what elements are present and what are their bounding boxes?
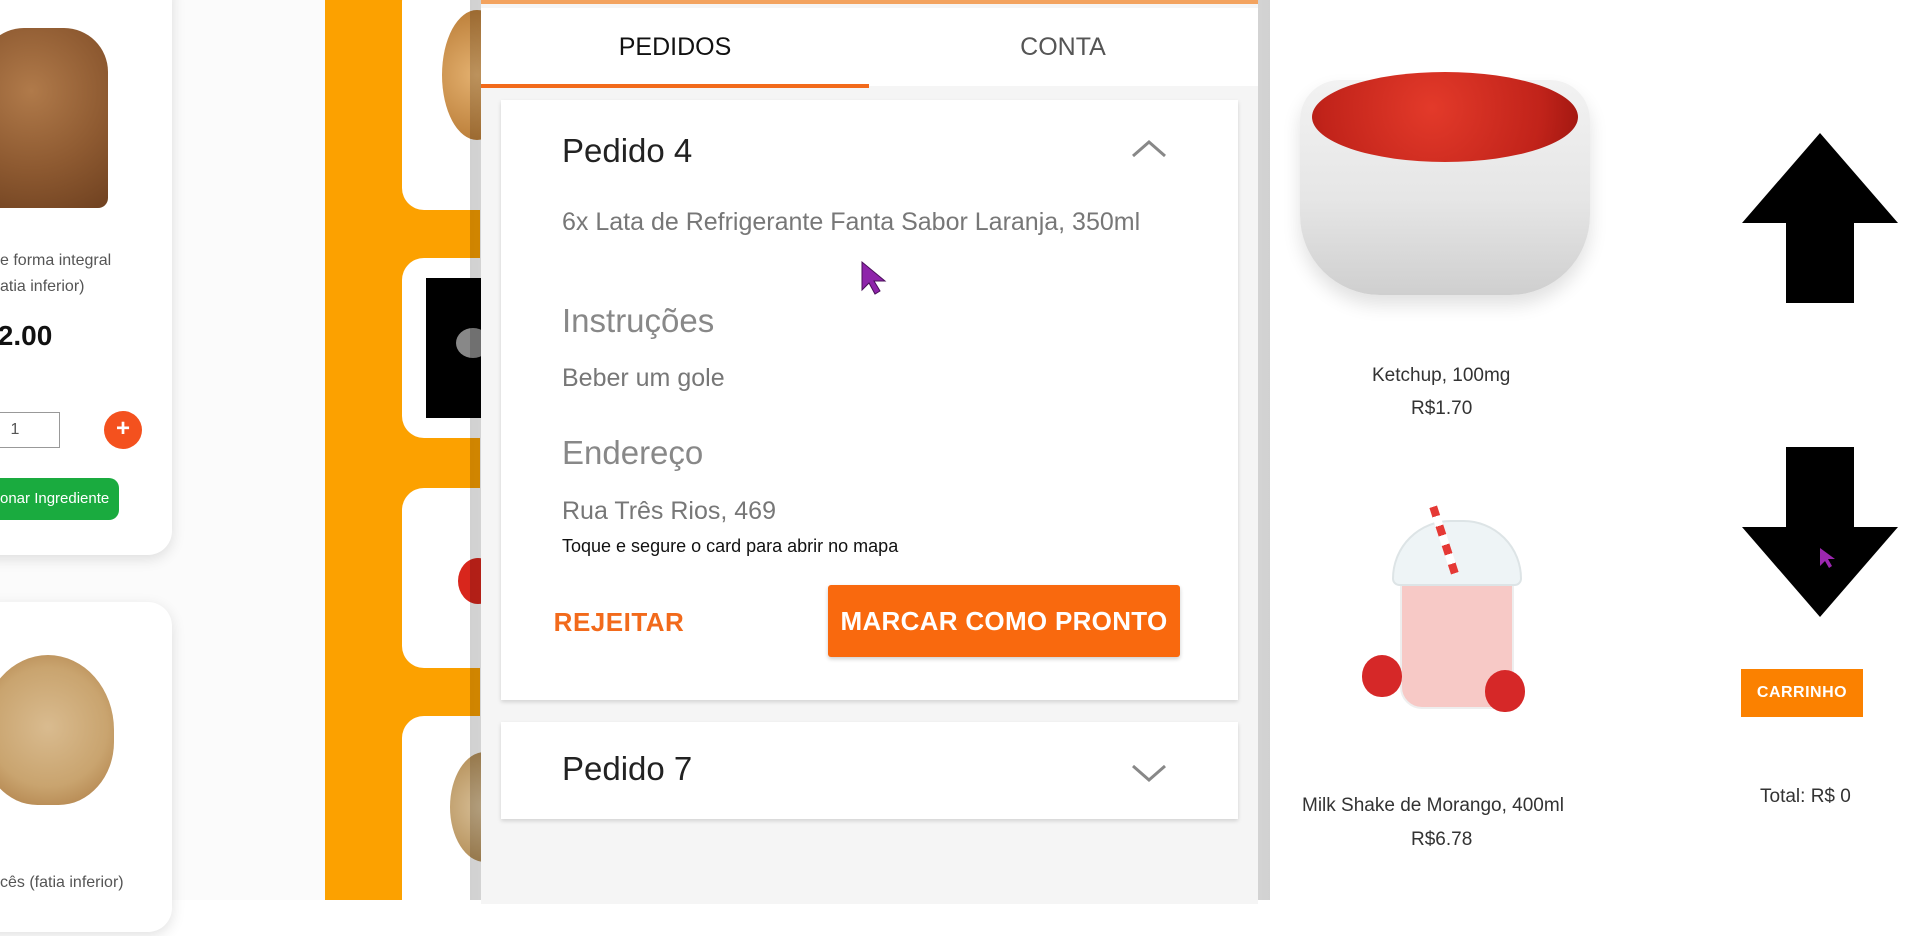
- chevron-up-icon[interactable]: [1129, 136, 1169, 160]
- address-heading: Endereço: [562, 434, 704, 471]
- bread-image: [0, 655, 114, 805]
- active-tab-indicator: [481, 84, 869, 88]
- product-name: Milk Shake de Morango, 400ml: [1302, 795, 1564, 816]
- order-instructions: Beber um gole: [562, 364, 725, 392]
- increase-quantity-button[interactable]: +: [104, 411, 142, 449]
- cart-button[interactable]: CARRINHO: [1741, 669, 1863, 717]
- ingredients-panel: e forma integral atia inferior) R$2.00 1…: [0, 0, 325, 932]
- strawberry: [1485, 670, 1525, 712]
- instructions-heading: Instruções: [562, 302, 715, 339]
- ingredient-card: e forma integral atia inferior) R$2.00 1…: [0, 0, 172, 555]
- order-address: Rua Três Rios, 469: [562, 497, 776, 525]
- order-title: Pedido 7: [562, 750, 693, 787]
- mark-ready-button[interactable]: MARCAR COMO PRONTO: [828, 585, 1180, 657]
- chevron-down-icon[interactable]: [1129, 760, 1169, 784]
- tab-pedidos[interactable]: PEDIDOS: [481, 8, 869, 86]
- reject-button[interactable]: REJEITAR: [544, 592, 694, 652]
- ingredient-name: cês (fatia inferior): [0, 874, 124, 891]
- order-item: 6x Lata de Refrigerante Fanta Sabor Lara…: [562, 208, 1141, 236]
- mouse-cursor-icon: [1820, 548, 1835, 568]
- ketchup-sauce: [1312, 72, 1578, 162]
- order-title: Pedido 4: [562, 132, 693, 169]
- add-ingredient-button[interactable]: onar Ingrediente: [0, 478, 120, 520]
- product-price: R$1.70: [1411, 398, 1473, 419]
- ingredient-name-line2: atia inferior): [0, 278, 85, 295]
- order-card[interactable]: Pedido 4 6x Lata de Refrigerante Fanta S…: [501, 100, 1238, 700]
- product-price: R$6.78: [1411, 829, 1473, 850]
- product-name: Ketchup, 100mg: [1372, 365, 1511, 386]
- ingredient-price: R$2.00: [0, 320, 53, 351]
- mouse-cursor-icon: [861, 260, 887, 295]
- tab-conta[interactable]: CONTA: [869, 8, 1257, 86]
- map-hint: Toque e segure o card para abrir no mapa: [562, 536, 899, 556]
- ingredient-card: cês (fatia inferior): [0, 602, 172, 932]
- order-card[interactable]: Pedido 7: [501, 722, 1238, 819]
- tab-bar: PEDIDOS CONTA: [481, 8, 1258, 88]
- arrow-up-icon[interactable]: [1742, 133, 1898, 303]
- arrow-down-icon[interactable]: [1742, 447, 1898, 617]
- ingredient-name-line1: e forma integral: [0, 252, 112, 269]
- strawberry: [1362, 655, 1402, 697]
- orders-app: PEDIDOS CONTA Pedido 4 6x Lata de Refrig…: [481, 0, 1258, 904]
- quantity-input[interactable]: 1: [0, 412, 60, 448]
- cart-total: Total: R$ 0: [1760, 786, 1851, 807]
- bread-image: [0, 28, 108, 208]
